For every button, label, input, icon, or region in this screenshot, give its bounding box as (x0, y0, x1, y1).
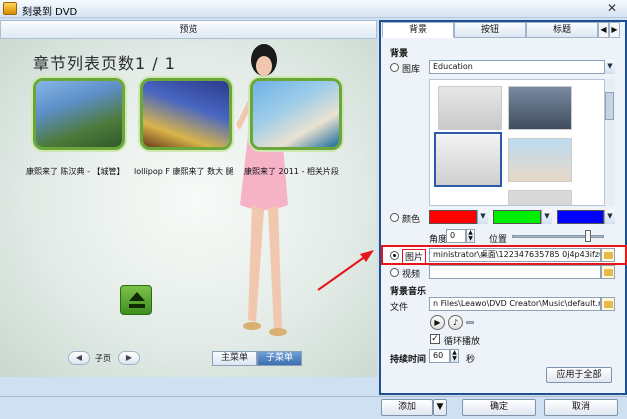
duration-stepper[interactable]: ▲ ▼ (450, 349, 459, 363)
thumbnail-caption: 康熙来了 陈汉典 - 【城管】 (26, 167, 125, 176)
duration-input[interactable]: 60 (429, 349, 450, 363)
thumbnail-caption: lollipop F 康熙来了 数大 腿 (134, 167, 234, 176)
tab-scroll-right-icon[interactable]: ▶ (609, 22, 620, 38)
gallery-item[interactable] (508, 138, 572, 182)
sub-menu-button[interactable]: 子菜单 (257, 351, 302, 366)
loop-label: 循环播放 (444, 337, 481, 347)
subpage-label: 子页 (95, 354, 111, 363)
library-select[interactable]: Education (429, 60, 615, 74)
background-gallery[interactable] (429, 79, 615, 206)
angle-input[interactable]: 0 (446, 229, 466, 243)
chevron-down-icon[interactable]: ▼ (477, 210, 488, 224)
chapter-thumbnail-2[interactable] (140, 78, 232, 150)
image-radio[interactable] (390, 251, 399, 260)
loop-checkbox[interactable]: ✓ (430, 334, 440, 344)
music-file-label: 文件 (390, 303, 409, 313)
volume-icon[interactable]: ♪ (448, 315, 463, 330)
gallery-item[interactable] (508, 86, 572, 130)
gallery-item[interactable] (508, 190, 572, 205)
tab-background[interactable]: 背景 (382, 22, 454, 38)
thumbnail-caption: 康熙来了 2011 - 相关片段 (244, 167, 339, 176)
tab-titles[interactable]: 标题 (526, 22, 598, 38)
main-menu-button[interactable]: 主菜单 (212, 351, 257, 366)
add-dropdown-chevron-down-icon[interactable]: ▼ (433, 399, 447, 416)
library-radio[interactable] (390, 63, 399, 72)
image-path-field[interactable]: ministrator\桌面\122347635785 0j4p43ifz6i.… (429, 248, 601, 262)
background-section-label: 背景 (390, 49, 409, 59)
music-file-field[interactable]: n Files\Leawo\DVD Creator\Music\default.… (429, 297, 601, 311)
position-slider-thumb[interactable] (585, 230, 591, 242)
window-title: 刻录到 DVD (22, 7, 78, 18)
color-swatch-green[interactable] (493, 210, 541, 224)
color-label: 颜色 (402, 215, 421, 225)
chapter-thumbnail-3[interactable] (250, 78, 342, 150)
folder-icon[interactable] (601, 297, 615, 311)
image-label: 图片 (402, 249, 427, 264)
position-label: 位置 (489, 235, 508, 245)
ok-button[interactable]: 确定 (462, 399, 536, 416)
app-logo-icon (3, 2, 17, 15)
chevron-down-icon[interactable]: ▼ (541, 210, 552, 224)
gallery-scroll-thumb[interactable] (605, 92, 614, 120)
library-select-value: Education (433, 62, 473, 71)
folder-icon[interactable] (601, 248, 615, 262)
duration-unit: 秒 (466, 355, 476, 365)
color-radio[interactable] (390, 213, 399, 222)
page-title: 章节列表页数1 / 1 (33, 54, 176, 73)
angle-label: 角度 (429, 235, 448, 245)
title-bar (0, 0, 627, 18)
folder-icon[interactable] (601, 265, 615, 279)
tab-buttons[interactable]: 按钮 (454, 22, 526, 38)
eject-icon[interactable] (120, 285, 152, 315)
tab-scroll-left-icon[interactable]: ◀ (598, 22, 609, 38)
chevron-down-icon[interactable]: ▼ (604, 210, 615, 224)
annotation-arrow-icon (317, 250, 374, 291)
color-swatch-red[interactable] (429, 210, 477, 224)
gallery-item[interactable] (438, 86, 502, 130)
video-label: 视频 (402, 270, 421, 280)
chapter-thumbnail-1[interactable] (33, 78, 125, 150)
color-swatch-blue[interactable] (557, 210, 604, 224)
volume-slider[interactable] (466, 321, 474, 324)
video-path-field[interactable] (429, 265, 601, 279)
gallery-item-selected[interactable] (434, 132, 502, 187)
apply-all-button[interactable]: 应用于全部 (546, 367, 612, 383)
settings-panel (379, 20, 627, 395)
cancel-button[interactable]: 取消 (544, 399, 618, 416)
preview-header: 预览 (0, 20, 377, 39)
next-subpage-button[interactable]: ▶ (118, 351, 140, 365)
play-icon[interactable]: ▶ (430, 315, 445, 330)
angle-stepper[interactable]: ▲ ▼ (466, 229, 475, 243)
prev-subpage-button[interactable]: ◀ (68, 351, 90, 365)
video-radio[interactable] (390, 268, 399, 277)
add-button[interactable]: 添加 (381, 399, 433, 416)
chevron-down-icon[interactable]: ▼ (604, 60, 615, 74)
duration-label: 持续时间 (390, 355, 427, 365)
close-icon[interactable]: ✕ (604, 1, 620, 16)
music-section-label: 背景音乐 (390, 287, 427, 297)
library-label: 图库 (402, 65, 421, 75)
